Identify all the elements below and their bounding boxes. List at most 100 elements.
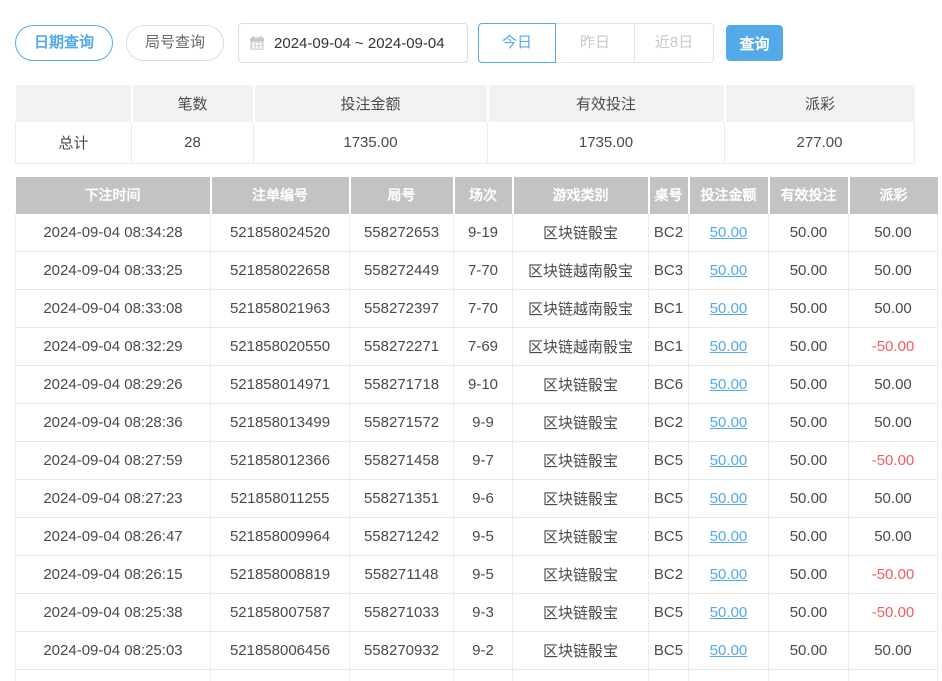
cell-payout: -50.00 <box>849 556 938 594</box>
cell-game: 区块链骰宝 <box>513 404 649 442</box>
table-row-partial <box>16 670 938 681</box>
cell-round-id: 558271033 <box>350 594 454 632</box>
cell-game: 区块链越南骰宝 <box>513 290 649 328</box>
cell-payout: 50.00 <box>849 252 938 290</box>
cell-payout: 50.00 <box>849 632 938 670</box>
cell-session: 7-70 <box>454 290 513 328</box>
cell-session: 9-10 <box>454 366 513 404</box>
bet-amount-link[interactable]: 50.00 <box>710 566 748 583</box>
date-range-input[interactable]: 2024-09-04 ~ 2024-09-04 <box>238 23 468 63</box>
bet-table-body: 2024-09-04 08:34:28521858024520558272653… <box>16 214 938 681</box>
table-row: 2024-09-04 08:26:15521858008819558271148… <box>16 556 938 594</box>
bet-amount-link[interactable]: 50.00 <box>710 452 748 469</box>
cell-empty <box>211 670 350 681</box>
cell-session: 9-6 <box>454 480 513 518</box>
cell-empty <box>689 670 769 681</box>
date-query-tab-button[interactable]: 日期查询 <box>15 25 113 61</box>
last-8-days-button[interactable]: 近8日 <box>635 23 714 63</box>
quick-range-group: 今日 昨日 近8日 <box>478 23 714 63</box>
cell-session: 9-19 <box>454 214 513 252</box>
cell-session: 9-9 <box>454 404 513 442</box>
cell-empty <box>16 670 211 681</box>
cell-payout: 50.00 <box>849 480 938 518</box>
cell-bet-id: 521858024520 <box>211 214 350 252</box>
bet-amount-link[interactable]: 50.00 <box>710 642 748 659</box>
table-row: 2024-09-04 08:27:23521858011255558271351… <box>16 480 938 518</box>
bet-amount-link[interactable]: 50.00 <box>710 528 748 545</box>
cell-round-id: 558272397 <box>350 290 454 328</box>
cell-round-id: 558271458 <box>350 442 454 480</box>
cell-time: 2024-09-04 08:34:28 <box>16 214 211 252</box>
query-toolbar: 日期查询 局号查询 2024-09-04 ~ 2024-09-04 今日 昨日 … <box>15 23 942 63</box>
bet-amount-link[interactable]: 50.00 <box>710 604 748 621</box>
cell-time: 2024-09-04 08:33:08 <box>16 290 211 328</box>
cell-game: 区块链骰宝 <box>513 214 649 252</box>
summary-header-payout: 派彩 <box>725 85 915 122</box>
cell-empty <box>649 670 689 681</box>
bet-amount-link[interactable]: 50.00 <box>710 300 748 317</box>
summary-total-label: 总计 <box>16 122 132 163</box>
cell-valid: 50.00 <box>769 594 849 632</box>
header-table-no: 桌号 <box>649 177 689 214</box>
bet-amount-link[interactable]: 50.00 <box>710 224 748 241</box>
cell-bet-id: 521858021963 <box>211 290 350 328</box>
cell-valid: 50.00 <box>769 480 849 518</box>
yesterday-button[interactable]: 昨日 <box>556 23 635 63</box>
cell-valid: 50.00 <box>769 404 849 442</box>
bet-amount-link[interactable]: 50.00 <box>710 414 748 431</box>
table-header-row: 下注时间 注单编号 局号 场次 游戏类别 桌号 投注金额 有效投注 派彩 <box>16 177 938 214</box>
cell-bet: 50.00 <box>689 328 769 366</box>
cell-time: 2024-09-04 08:33:25 <box>16 252 211 290</box>
summary-total-row: 总计 28 1735.00 1735.00 277.00 <box>16 122 915 163</box>
search-button[interactable]: 查询 <box>726 25 783 61</box>
cell-round-id: 558271242 <box>350 518 454 556</box>
bet-amount-link[interactable]: 50.00 <box>710 262 748 279</box>
cell-valid: 50.00 <box>769 632 849 670</box>
cell-payout: -50.00 <box>849 442 938 480</box>
bet-amount-link[interactable]: 50.00 <box>710 490 748 507</box>
bet-amount-link[interactable]: 50.00 <box>710 376 748 393</box>
cell-empty <box>849 670 938 681</box>
cell-valid: 50.00 <box>769 214 849 252</box>
table-row: 2024-09-04 08:28:36521858013499558271572… <box>16 404 938 442</box>
cell-payout: 50.00 <box>849 214 938 252</box>
cell-session: 9-7 <box>454 442 513 480</box>
header-round-id: 局号 <box>350 177 454 214</box>
cell-time: 2024-09-04 08:28:36 <box>16 404 211 442</box>
cell-table-no: BC5 <box>649 518 689 556</box>
today-button[interactable]: 今日 <box>478 23 556 63</box>
cell-bet: 50.00 <box>689 214 769 252</box>
bet-amount-link[interactable]: 50.00 <box>710 338 748 355</box>
cell-time: 2024-09-04 08:27:23 <box>16 480 211 518</box>
cell-table-no: BC5 <box>649 632 689 670</box>
cell-payout: 50.00 <box>849 290 938 328</box>
cell-bet: 50.00 <box>689 480 769 518</box>
cell-table-no: BC6 <box>649 366 689 404</box>
cell-round-id: 558271148 <box>350 556 454 594</box>
cell-round-id: 558270932 <box>350 632 454 670</box>
cell-bet: 50.00 <box>689 518 769 556</box>
cell-valid: 50.00 <box>769 556 849 594</box>
cell-time: 2024-09-04 08:29:26 <box>16 366 211 404</box>
cell-bet-id: 521858013499 <box>211 404 350 442</box>
cell-session: 9-3 <box>454 594 513 632</box>
cell-table-no: BC2 <box>649 556 689 594</box>
cell-bet-id: 521858011255 <box>211 480 350 518</box>
cell-table-no: BC1 <box>649 290 689 328</box>
cell-round-id: 558272653 <box>350 214 454 252</box>
header-session: 场次 <box>454 177 513 214</box>
cell-bet: 50.00 <box>689 252 769 290</box>
cell-bet-id: 521858007587 <box>211 594 350 632</box>
cell-table-no: BC1 <box>649 328 689 366</box>
cell-round-id: 558271572 <box>350 404 454 442</box>
cell-session: 7-69 <box>454 328 513 366</box>
cell-valid: 50.00 <box>769 518 849 556</box>
summary-total-valid-bet: 1735.00 <box>488 122 725 163</box>
cell-valid: 50.00 <box>769 328 849 366</box>
table-row: 2024-09-04 08:33:25521858022658558272449… <box>16 252 938 290</box>
cell-game: 区块链越南骰宝 <box>513 328 649 366</box>
round-query-tab-button[interactable]: 局号查询 <box>126 25 224 61</box>
cell-bet-id: 521858020550 <box>211 328 350 366</box>
header-valid-bet: 有效投注 <box>769 177 849 214</box>
table-row: 2024-09-04 08:25:38521858007587558271033… <box>16 594 938 632</box>
